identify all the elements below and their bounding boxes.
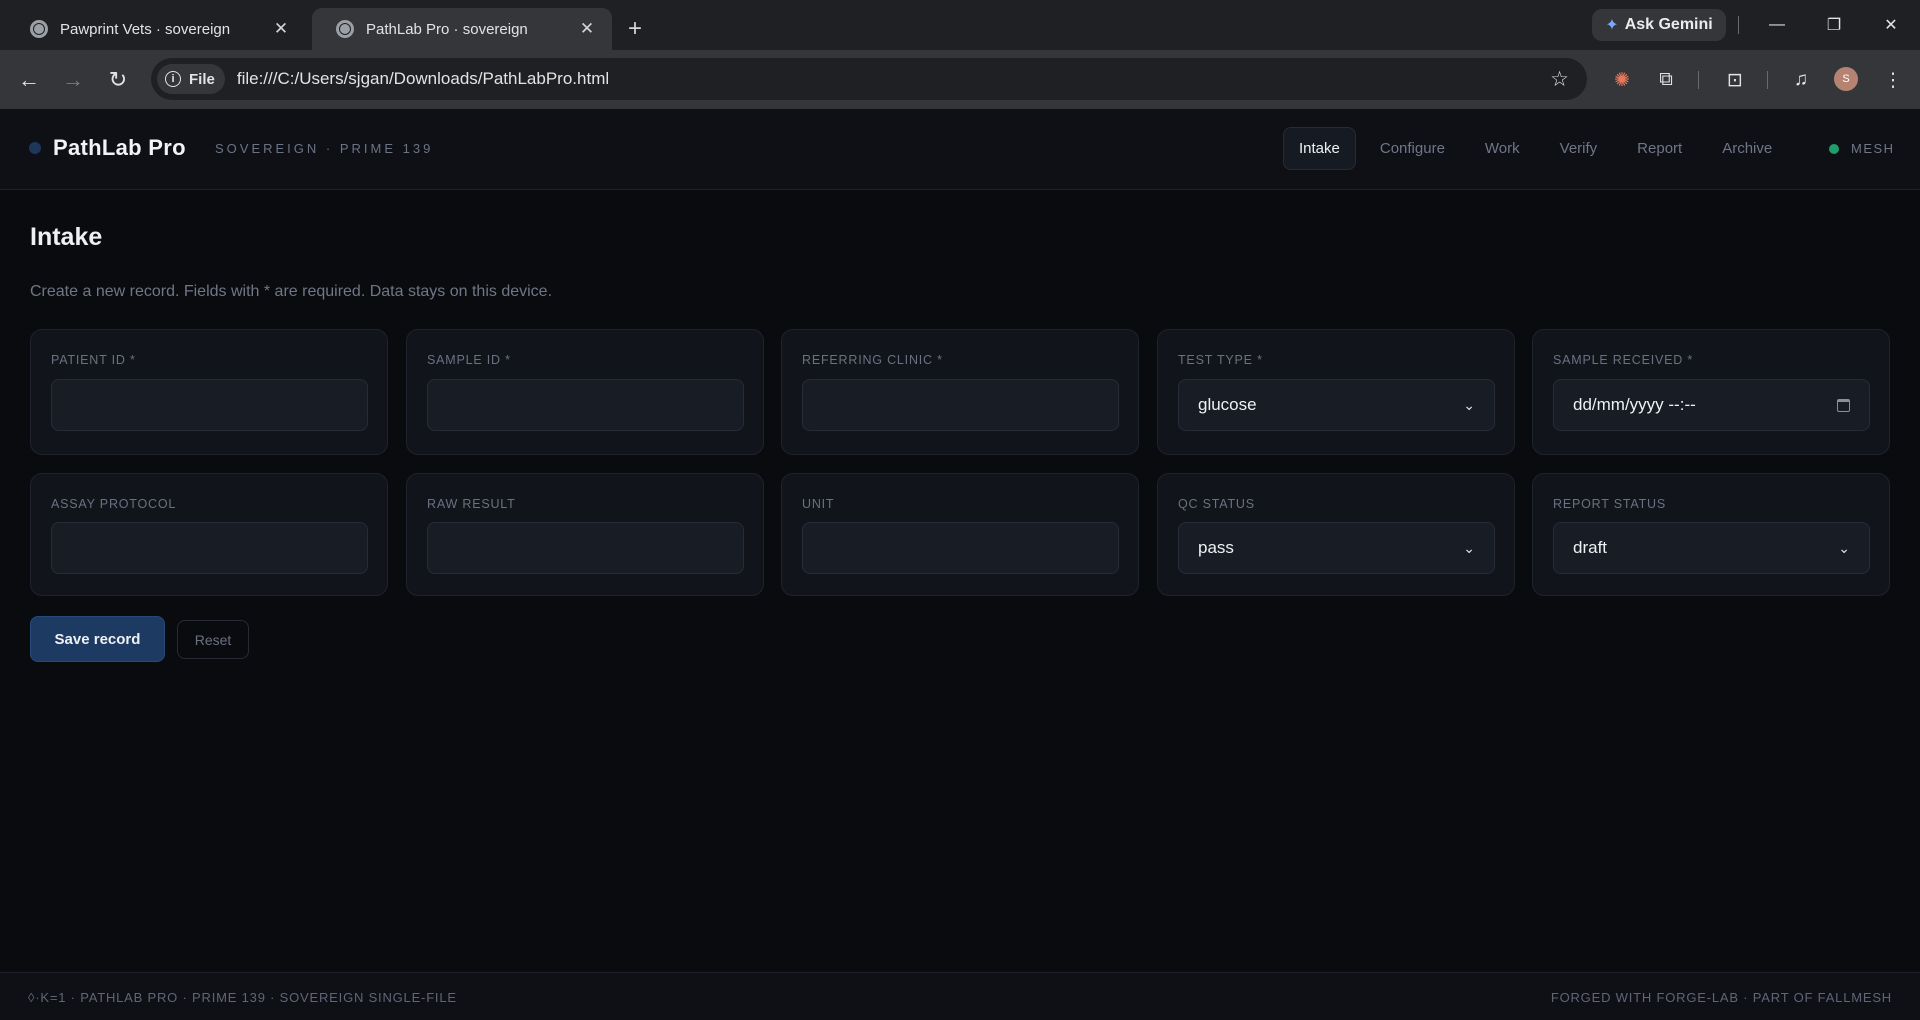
tab-title: Pawprint Vets · sovereign	[60, 20, 231, 38]
divider	[1767, 71, 1768, 89]
reset-button[interactable]: Reset	[177, 620, 249, 659]
window-close-button[interactable]: ✕	[1868, 10, 1914, 40]
extensions-puzzle-icon[interactable]: ⧉	[1653, 67, 1679, 93]
field-label: Test type *	[1178, 353, 1263, 367]
nav-report[interactable]: Report	[1621, 127, 1698, 170]
ask-gemini-button[interactable]: ✦ Ask Gemini	[1592, 9, 1726, 41]
field-label: Patient ID *	[51, 353, 136, 367]
status-dot-icon	[1829, 143, 1839, 154]
brand-dot-icon	[29, 142, 41, 154]
app-header: PathLab Pro Sovereign · Prime 139 Intake…	[0, 109, 1920, 190]
field-qc-status: QC status pass ⌄	[1157, 473, 1515, 596]
bookmark-star-icon[interactable]: ☆	[1550, 67, 1569, 92]
field-assay-protocol: Assay protocol	[30, 473, 388, 596]
field-sample-received: Sample received * dd/mm/yyyy --:--	[1532, 329, 1890, 455]
url-text[interactable]: file:///C:/Users/sjgan/Downloads/PathLab…	[237, 69, 609, 89]
field-label: Sample ID *	[427, 353, 511, 367]
browser-tab-pathlab[interactable]: PathLab Pro · sovereign ✕	[312, 8, 612, 50]
minimize-button[interactable]: —	[1754, 10, 1800, 40]
field-label: Sample received *	[1553, 353, 1694, 367]
globe-icon	[30, 20, 48, 38]
restore-button[interactable]: ❐	[1811, 10, 1857, 40]
nav-configure[interactable]: Configure	[1364, 127, 1461, 170]
select-value: pass	[1198, 538, 1234, 557]
nav-work[interactable]: Work	[1469, 127, 1536, 170]
chevron-down-icon: ⌄	[1838, 539, 1850, 556]
ask-gemini-label: Ask Gemini	[1624, 16, 1713, 33]
datetime-placeholder: dd/mm/yyyy --:--	[1573, 395, 1696, 414]
save-record-button[interactable]: Save record	[30, 616, 165, 662]
info-icon: i	[165, 71, 181, 87]
footer-left-text: ◊·K=1 · PathLab Pro · Prime 139 · Sovere…	[28, 990, 457, 1005]
nav-intake[interactable]: Intake	[1283, 127, 1356, 170]
field-patient-id: Patient ID *	[30, 329, 388, 455]
reload-icon[interactable]: ↻	[104, 66, 132, 94]
field-label: QC status	[1178, 497, 1255, 511]
field-referring-clinic: Referring clinic *	[781, 329, 1139, 455]
field-label: Assay protocol	[51, 497, 177, 511]
field-unit: Unit	[781, 473, 1139, 596]
select-value: glucose	[1198, 395, 1257, 414]
back-arrow-icon[interactable]: ←	[15, 66, 43, 94]
field-test-type: Test type * glucose ⌄	[1157, 329, 1515, 455]
chevron-down-icon: ⌄	[1463, 396, 1475, 413]
forward-arrow-icon[interactable]: →	[59, 66, 87, 94]
qc-status-select[interactable]: pass ⌄	[1178, 522, 1495, 574]
divider	[1738, 16, 1739, 34]
assay-protocol-input[interactable]	[51, 522, 368, 574]
address-bar[interactable]: i File file:///C:/Users/sjgan/Downloads/…	[151, 58, 1587, 100]
calendar-icon[interactable]	[1837, 398, 1850, 412]
extension-burst-icon[interactable]: ✺	[1609, 67, 1635, 93]
unit-input[interactable]	[802, 522, 1119, 574]
field-label: Unit	[802, 497, 835, 511]
field-label: Report status	[1553, 497, 1666, 511]
referring-clinic-input[interactable]	[802, 379, 1119, 431]
browser-toolbar: ← → ↻ i File file:///C:/Users/sjgan/Down…	[0, 50, 1920, 109]
close-icon[interactable]: ✕	[270, 19, 292, 39]
app-footer: ◊·K=1 · PathLab Pro · Prime 139 · Sovere…	[0, 972, 1920, 1020]
test-type-select[interactable]: glucose ⌄	[1178, 379, 1495, 431]
site-info-chip[interactable]: i File	[157, 64, 225, 94]
chevron-down-icon: ⌄	[1463, 539, 1475, 556]
profile-avatar[interactable]: S	[1834, 67, 1858, 91]
chip-label: File	[189, 70, 215, 88]
close-icon[interactable]: ✕	[576, 19, 598, 39]
new-tab-button[interactable]: +	[628, 8, 642, 50]
mesh-label: MESH	[1851, 141, 1895, 156]
media-queue-icon[interactable]: ♫	[1788, 67, 1814, 93]
sample-received-datetime-input[interactable]: dd/mm/yyyy --:--	[1553, 379, 1870, 431]
menu-kebab-icon[interactable]: ⋮	[1880, 67, 1906, 93]
select-value: draft	[1573, 538, 1608, 557]
nav-archive[interactable]: Archive	[1706, 127, 1788, 170]
gemini-sparkle-icon: ✦	[1605, 17, 1619, 34]
divider	[1698, 71, 1699, 89]
field-report-status: Report status draft ⌄	[1532, 473, 1890, 596]
field-sample-id: Sample ID *	[406, 329, 764, 455]
page-title: Intake	[30, 223, 103, 251]
field-label: Referring clinic *	[802, 353, 943, 367]
nav-verify[interactable]: Verify	[1544, 127, 1614, 170]
footer-right-text: Forged with Forge-Lab · Part of FallMesh	[1550, 990, 1892, 1005]
globe-icon	[336, 20, 354, 38]
field-label: Raw result	[427, 497, 516, 511]
report-status-select[interactable]: draft ⌄	[1553, 522, 1870, 574]
field-raw-result: Raw result	[406, 473, 764, 596]
raw-result-input[interactable]	[427, 522, 744, 574]
browser-tab-pawprint[interactable]: Pawprint Vets · sovereign ✕	[6, 8, 306, 50]
app-subtitle: Sovereign · Prime 139	[215, 141, 434, 156]
main-nav: Intake Configure Work Verify Report Arch…	[1283, 127, 1796, 170]
page-description: Create a new record. Fields with * are r…	[30, 283, 553, 300]
app-brand: PathLab Pro	[53, 135, 186, 160]
search-tabs-icon[interactable]: ⊡	[1722, 67, 1748, 93]
sample-id-input[interactable]	[427, 379, 744, 431]
mesh-status: MESH	[1829, 141, 1895, 156]
patient-id-input[interactable]	[51, 379, 368, 431]
tab-title: PathLab Pro · sovereign	[366, 20, 528, 38]
